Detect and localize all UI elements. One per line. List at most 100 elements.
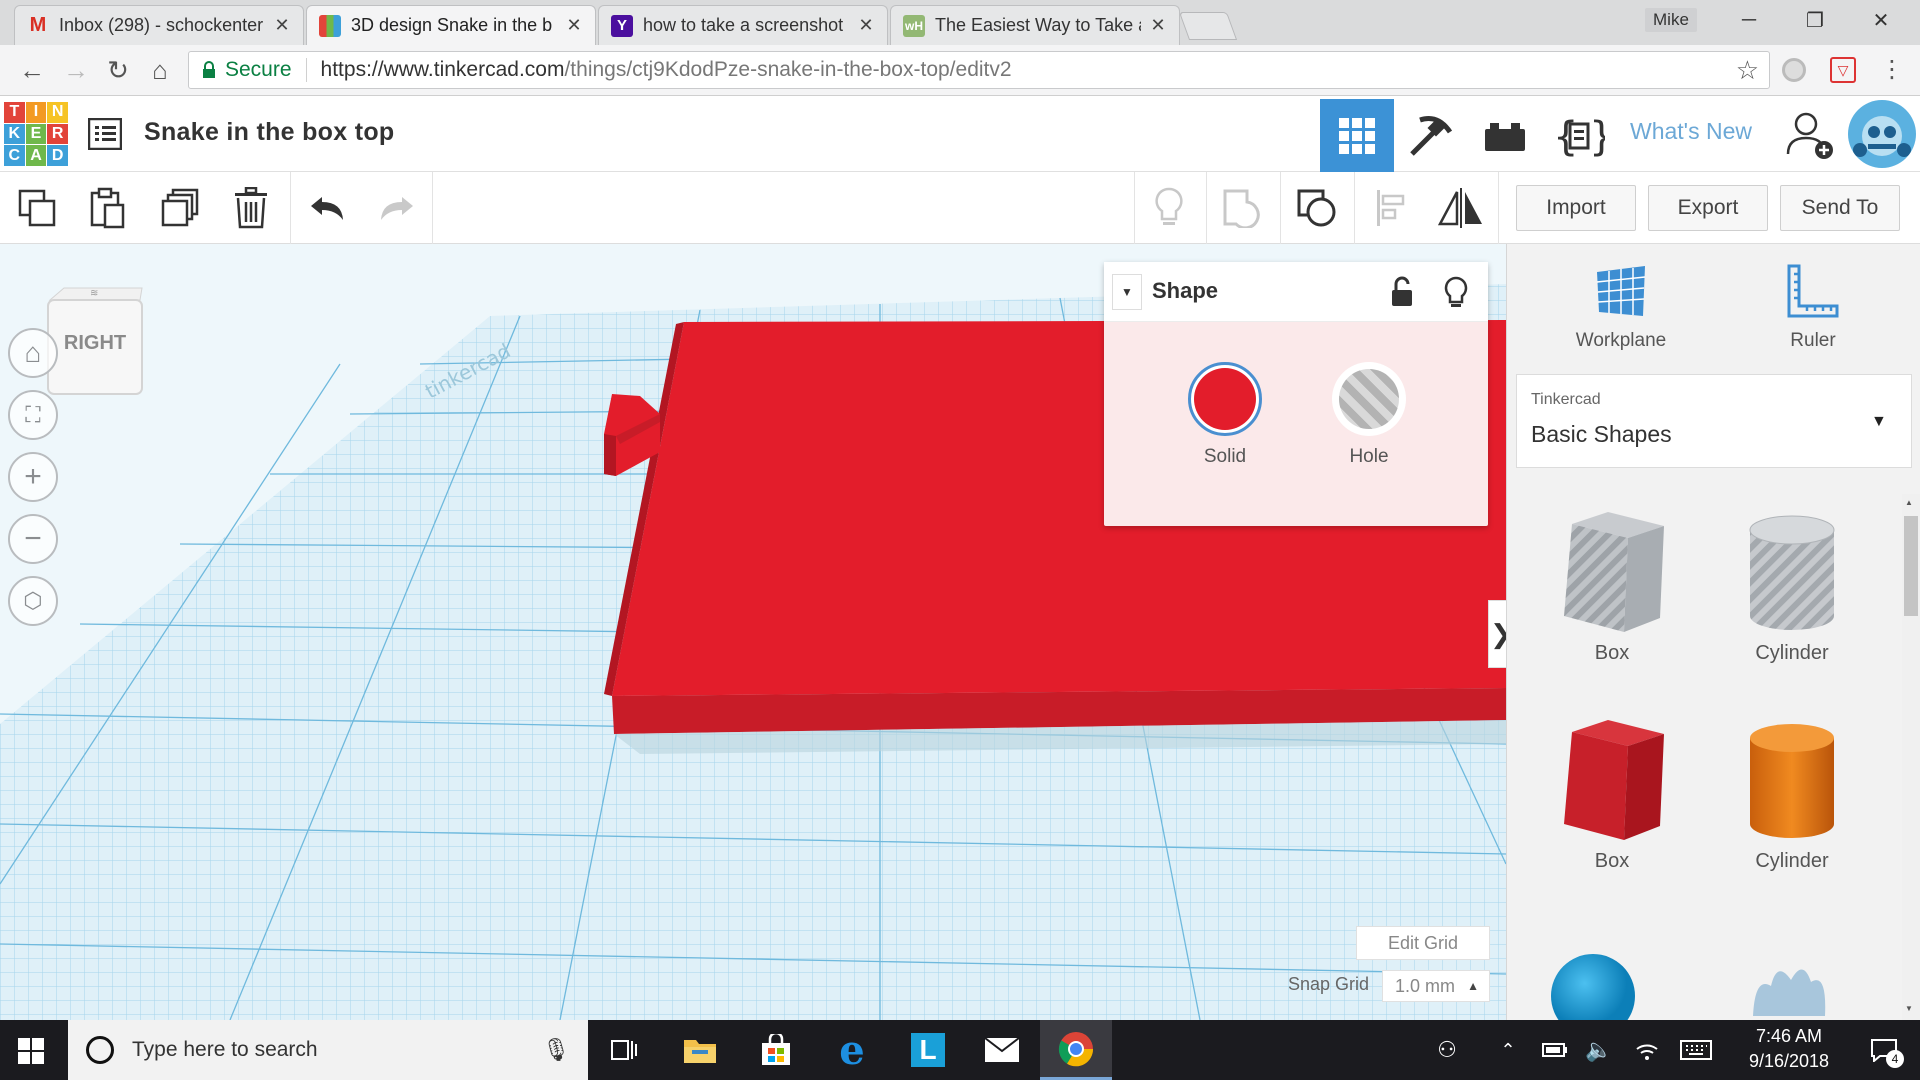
ungroup-icon bbox=[1297, 189, 1336, 227]
restore-icon[interactable]: ❐ bbox=[1782, 0, 1848, 40]
shape-library-select[interactable]: Tinkercad Basic Shapes ▼ bbox=[1516, 374, 1912, 468]
keyboard-icon[interactable] bbox=[1678, 1020, 1714, 1080]
edge-browser-icon[interactable]: e bbox=[816, 1020, 888, 1080]
microphone-icon[interactable]: 🎙 bbox=[542, 1037, 570, 1063]
close-tab-icon[interactable]: ✕ bbox=[565, 15, 583, 36]
battery-icon[interactable] bbox=[1540, 1020, 1570, 1080]
snap-grid-select[interactable]: 1.0 mm ▲ bbox=[1382, 970, 1490, 1002]
shape-tile-cylinder-solid[interactable]: Cylinder bbox=[1707, 718, 1877, 918]
cylinder-hole-icon bbox=[1749, 515, 1835, 630]
align-button[interactable] bbox=[1356, 172, 1426, 244]
hole-striped-swatch bbox=[1339, 369, 1399, 429]
add-user-icon[interactable] bbox=[1786, 110, 1836, 165]
new-tab-button[interactable] bbox=[1178, 12, 1238, 40]
close-window-icon[interactable]: ✕ bbox=[1848, 0, 1914, 40]
secure-indicator[interactable]: Secure bbox=[189, 58, 307, 82]
import-button[interactable]: Import bbox=[1516, 185, 1636, 231]
task-view-icon[interactable] bbox=[588, 1020, 660, 1080]
tab-gmail[interactable]: M Inbox (298) - schockenter ✕ bbox=[14, 5, 304, 45]
ruler-tool[interactable]: Ruler bbox=[1743, 264, 1883, 364]
scrollbar-thumb[interactable] bbox=[1904, 516, 1918, 616]
close-tab-icon[interactable]: ✕ bbox=[273, 15, 291, 36]
tab-title: Inbox (298) - schockenter bbox=[59, 15, 264, 35]
file-explorer-icon[interactable] bbox=[664, 1020, 736, 1080]
close-tab-icon[interactable]: ✕ bbox=[857, 15, 875, 36]
delete-button[interactable] bbox=[216, 172, 286, 244]
group-button[interactable] bbox=[1208, 172, 1278, 244]
hole-option[interactable] bbox=[1332, 362, 1406, 436]
chevron-up-icon[interactable]: ⌃ bbox=[1494, 1020, 1522, 1080]
store-icon[interactable] bbox=[740, 1020, 812, 1080]
bookmark-star-icon[interactable]: ☆ bbox=[1736, 55, 1759, 86]
copy-button[interactable] bbox=[2, 172, 72, 244]
mirror-button[interactable] bbox=[1426, 172, 1496, 244]
unlock-icon[interactable] bbox=[1390, 276, 1414, 313]
mail-icon[interactable] bbox=[966, 1020, 1038, 1080]
design-list-icon[interactable] bbox=[87, 117, 123, 155]
caret-up-icon: ▲ bbox=[1467, 979, 1479, 993]
shapes-scrollbar[interactable]: ▲ ▼ bbox=[1902, 494, 1920, 1020]
whats-new-link[interactable]: What's New bbox=[1630, 118, 1752, 145]
logo-letter: T bbox=[4, 102, 25, 123]
extension-icon[interactable] bbox=[1782, 58, 1806, 82]
home-icon[interactable]: ⌂ bbox=[140, 45, 180, 96]
scroll-down-icon[interactable]: ▼ bbox=[1905, 1004, 1913, 1013]
shape-tile-scribble[interactable] bbox=[1747, 956, 1833, 1020]
avatar[interactable] bbox=[1848, 100, 1916, 168]
duplicate-button[interactable] bbox=[145, 172, 215, 244]
undo-button[interactable] bbox=[292, 172, 362, 244]
tinkercad-logo[interactable]: T I N K E R C A D bbox=[4, 102, 68, 166]
lightbulb-icon[interactable] bbox=[1444, 276, 1468, 315]
back-icon[interactable]: ← bbox=[12, 45, 52, 96]
design-title[interactable]: Snake in the box top bbox=[144, 118, 394, 147]
windows-start-icon[interactable] bbox=[18, 1038, 44, 1069]
l-app-icon[interactable]: L bbox=[892, 1020, 964, 1080]
taskbar-search-box[interactable]: Type here to search 🎙 bbox=[68, 1020, 588, 1080]
ungroup-button[interactable] bbox=[1282, 172, 1352, 244]
reload-icon[interactable]: ↻ bbox=[98, 45, 138, 96]
zoom-out-button[interactable]: − bbox=[8, 514, 58, 564]
chrome-taskbar-icon[interactable] bbox=[1040, 1020, 1112, 1080]
profile-name[interactable]: Mike bbox=[1645, 8, 1697, 32]
view-cube[interactable]: ≋ RIGHT bbox=[44, 286, 146, 400]
zoom-in-button[interactable]: + bbox=[8, 452, 58, 502]
scroll-up-icon[interactable]: ▲ bbox=[1905, 498, 1913, 507]
solid-option[interactable] bbox=[1188, 362, 1262, 436]
tab-wikihow[interactable]: wH The Easiest Way to Take a ✕ bbox=[890, 5, 1180, 45]
shapes-panel: Workplane Ruler Tinkercad Basic Shapes ▼… bbox=[1506, 244, 1920, 1020]
fit-view-button[interactable]: ⛶ bbox=[8, 390, 58, 440]
action-center-icon[interactable]: 4 bbox=[1862, 1020, 1906, 1080]
workplane-tool[interactable]: Workplane bbox=[1551, 264, 1691, 364]
paste-button[interactable] bbox=[72, 172, 142, 244]
wifi-icon[interactable] bbox=[1632, 1020, 1662, 1080]
shape-tile-box-hole[interactable]: Box bbox=[1527, 510, 1697, 710]
taskbar-clock[interactable]: 7:46 AM 9/16/2018 bbox=[1724, 1026, 1854, 1072]
redo-button[interactable] bbox=[362, 172, 432, 244]
shape-tile-cylinder-hole[interactable]: Cylinder bbox=[1707, 510, 1877, 710]
bricks-button[interactable] bbox=[1468, 99, 1542, 172]
blocks-button[interactable] bbox=[1394, 99, 1468, 172]
close-tab-icon[interactable]: ✕ bbox=[1149, 15, 1167, 36]
edit-grid-button[interactable]: Edit Grid bbox=[1356, 926, 1490, 960]
minimize-icon[interactable]: ─ bbox=[1716, 0, 1782, 40]
shape-tile-sphere[interactable] bbox=[1551, 952, 1635, 1020]
collapse-inspector-button[interactable]: ▼ bbox=[1112, 274, 1142, 310]
chrome-menu-icon[interactable]: ⋮ bbox=[1880, 55, 1904, 84]
notes-button[interactable] bbox=[1134, 172, 1204, 244]
pocket-extension-icon[interactable]: ▽ bbox=[1830, 57, 1856, 83]
send-to-button[interactable]: Send To bbox=[1780, 185, 1900, 231]
notification-count-badge: 4 bbox=[1886, 1050, 1904, 1068]
people-icon[interactable]: ⚇ bbox=[1432, 1020, 1462, 1080]
tab-yahoo[interactable]: Y how to take a screenshot ✕ bbox=[598, 5, 888, 45]
export-button[interactable]: Export bbox=[1648, 185, 1768, 231]
url-input[interactable]: Secure https://www.tinkercad.com/things/… bbox=[188, 51, 1770, 89]
volume-icon[interactable]: 🔈 bbox=[1584, 1020, 1614, 1080]
forward-icon[interactable]: → bbox=[56, 45, 96, 96]
shape-tile-box-solid[interactable]: Box bbox=[1527, 718, 1697, 918]
ortho-view-button[interactable]: ⬡ bbox=[8, 576, 58, 626]
box-solid-icon bbox=[1564, 720, 1664, 840]
home-view-button[interactable]: ⌂ bbox=[8, 328, 58, 378]
3d-view-button[interactable] bbox=[1320, 99, 1394, 172]
tab-tinkercad[interactable]: 3D design Snake in the b ✕ bbox=[306, 5, 596, 45]
codeblocks-button[interactable]: {} bbox=[1542, 99, 1616, 172]
